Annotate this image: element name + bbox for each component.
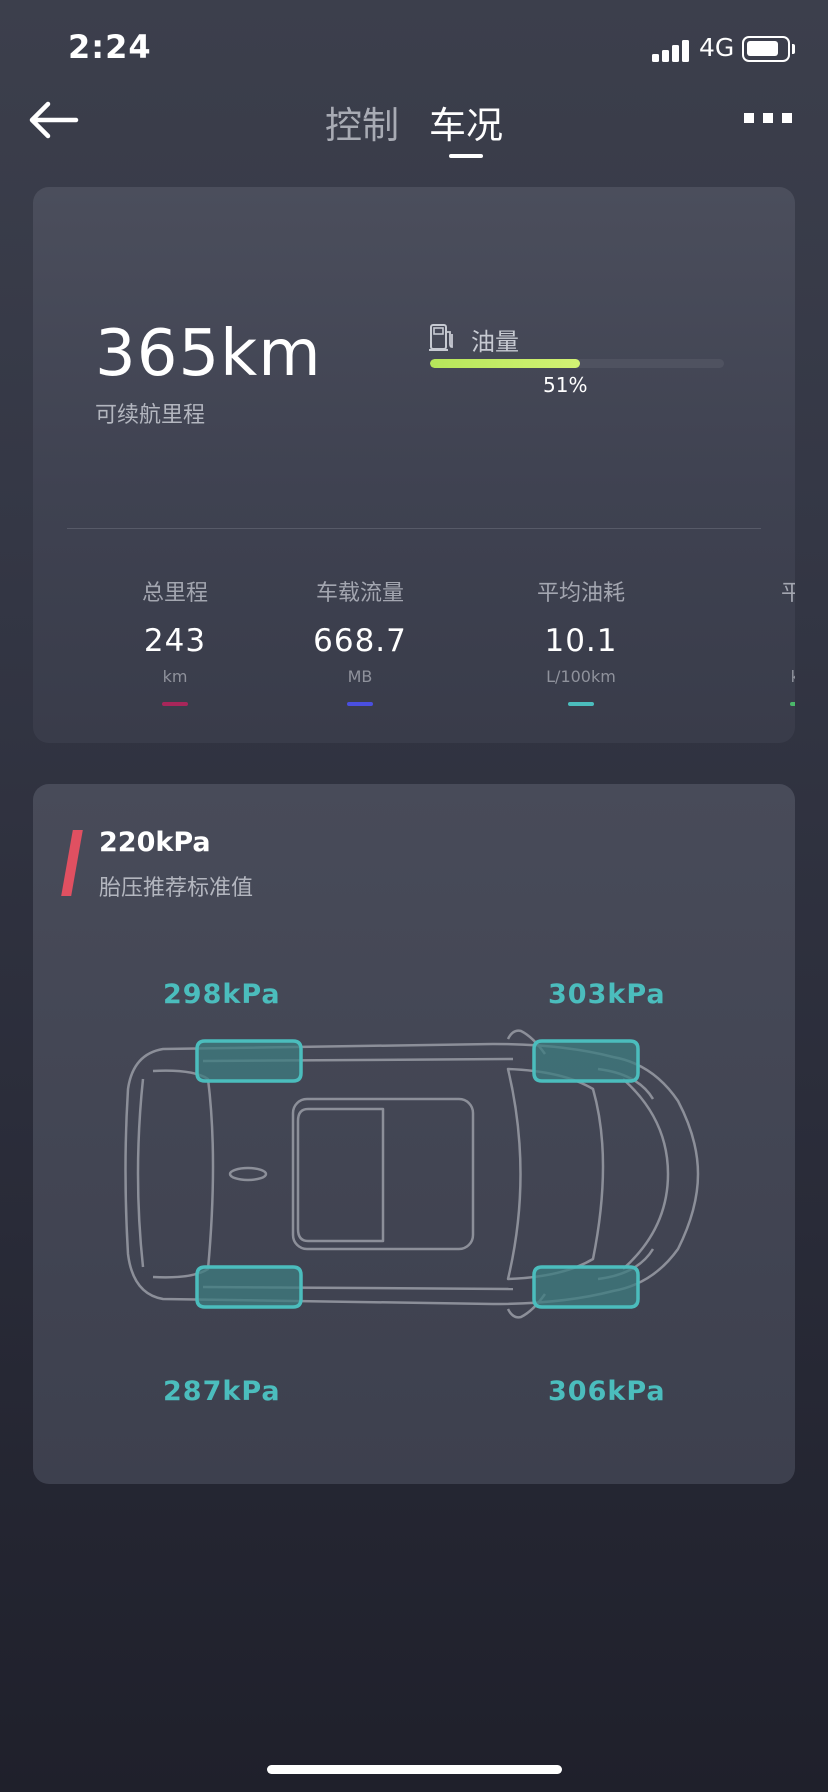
- wheel-rear-left[interactable]: [195, 1265, 303, 1309]
- stat-avg-fuel[interactable]: 平均油耗 10.1 L/100km: [491, 575, 671, 706]
- stat-label: 平均油耗: [536, 581, 625, 606]
- fuel-bar-track: [430, 359, 724, 368]
- tab-control-label: 控制: [325, 104, 399, 147]
- tab-vehicle-status[interactable]: 车况: [429, 95, 503, 158]
- range-card: 365km 可续航里程 油量 51% 总里程 243 km 车载流量 668.7…: [33, 187, 795, 743]
- range-label: 可续航里程: [95, 403, 206, 428]
- more-dot: [763, 113, 773, 123]
- status-bar: 2:24 4G: [0, 0, 828, 100]
- stat-color-bar: [568, 702, 594, 706]
- stat-unit: km: [162, 667, 188, 686]
- tire-pressure-card: 220kPa 胎压推荐标准值 298kPa 303kPa 287kPa 306k…: [33, 784, 795, 1484]
- stat-value: 243: [143, 623, 207, 659]
- wheel-front-left[interactable]: [195, 1039, 303, 1083]
- tab-control[interactable]: 控制: [325, 95, 399, 155]
- fuel-percent: 51%: [543, 373, 588, 397]
- fuel-pump-icon: [429, 324, 453, 351]
- active-tab-indicator: [449, 154, 483, 158]
- tire-pressure-front-left: 298kPa: [163, 979, 281, 1010]
- divider: [67, 528, 761, 529]
- stat-color-bar: [162, 702, 188, 706]
- range-value: 365km: [95, 317, 322, 391]
- tire-pressure-rear-right: 306kPa: [548, 1376, 666, 1407]
- more-dot: [744, 113, 754, 123]
- stat-avg-partial[interactable]: 平均 1 km: [713, 575, 795, 706]
- stat-label: 总里程: [141, 581, 208, 606]
- more-dot: [782, 113, 792, 123]
- tire-pressure-rear-left: 287kPa: [163, 1376, 281, 1407]
- status-time: 2:24: [68, 28, 152, 66]
- stat-label: 平均: [780, 581, 795, 606]
- stat-unit: L/100km: [546, 667, 616, 686]
- tire-standard-label: 胎压推荐标准值: [99, 876, 254, 901]
- wheel-front-right[interactable]: [532, 1039, 640, 1083]
- stat-unit: km: [713, 667, 795, 686]
- stat-value: 668.7: [313, 623, 407, 659]
- stats-row: 总里程 243 km 车载流量 668.7 MB 平均油耗 10.1 L/100…: [33, 575, 795, 715]
- tab-vehicle-status-label: 车况: [429, 104, 503, 147]
- stat-label: 车载流量: [315, 581, 404, 606]
- accent-stripe: [61, 830, 83, 896]
- signal-strength-icon: [652, 38, 692, 62]
- car-top-view-illustration: [124, 1029, 700, 1319]
- tire-pressure-front-right: 303kPa: [548, 979, 666, 1010]
- stat-total-mileage[interactable]: 总里程 243 km: [85, 575, 265, 706]
- fuel-bar-fill: [430, 359, 580, 368]
- home-indicator: [267, 1765, 562, 1774]
- stat-value: 10.1: [544, 623, 618, 659]
- stat-value: 1: [713, 623, 795, 659]
- fuel-label: 油量: [471, 328, 519, 356]
- battery-tip: [792, 44, 795, 54]
- battery-icon: [742, 36, 790, 62]
- arrow-left-icon: [29, 101, 79, 139]
- stat-color-bar: [790, 702, 795, 706]
- network-type: 4G: [699, 33, 735, 62]
- battery-level: [747, 41, 778, 56]
- stat-unit: MB: [347, 667, 373, 686]
- back-button[interactable]: [26, 95, 84, 145]
- stat-data-usage[interactable]: 车载流量 668.7 MB: [270, 575, 450, 706]
- tire-standard-value: 220kPa: [99, 827, 211, 858]
- stat-color-bar: [347, 702, 373, 706]
- tab-bar: 控制 车况: [325, 95, 503, 158]
- wheel-rear-right[interactable]: [532, 1265, 640, 1309]
- top-nav: 控制 车况: [0, 95, 828, 165]
- more-button[interactable]: [744, 113, 794, 127]
